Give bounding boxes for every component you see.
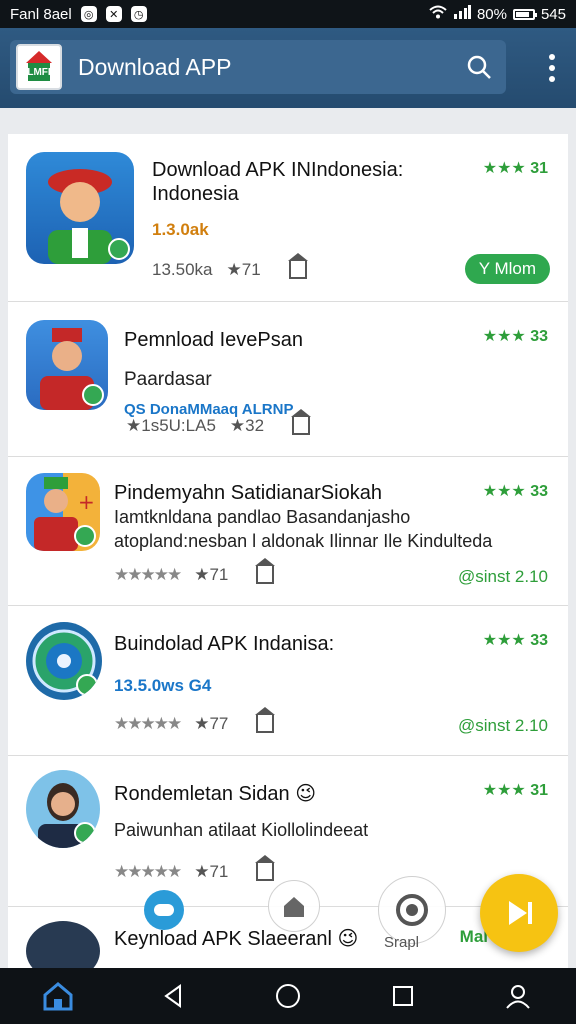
app-list: Download APK INIndonesia: Indonesia ★★★ … [8,134,568,970]
app-rating: ★★★ 31 [482,160,548,177]
app-thumbnail [26,921,100,970]
app-name: Download APK INIndonesia: Indonesia [152,159,404,205]
app-description: Iamtknldana pandlao Basandanjasho atopla… [114,507,493,551]
app-stats: ★★★★★ ★71 [114,855,276,882]
home-icon [291,409,312,435]
app-stats: 13.50ka ★71 [152,253,308,280]
list-item[interactable]: + Pindemyahn SatidianarSiokah ★★★ 33 Iam… [8,457,568,606]
clock-notification-icon: ◷ [130,6,147,22]
app-name: Buindolad APK Indanisa: [114,633,335,655]
install-button[interactable]: Y Mlom [464,254,550,284]
home-fab-button[interactable] [268,880,320,932]
app-description: Paiwunhan atilaat Kiollolindeeat [114,820,369,840]
home-nav-icon[interactable] [36,974,80,1018]
fab-label: Srapl [384,934,420,951]
app-notification-icon: ✕ [105,6,122,22]
search-icon[interactable] [464,52,494,82]
verified-badge-icon [74,822,96,844]
list-item[interactable]: Buindolad APK Indanisa: ★★★ 33 13.5.0ws … [8,606,568,756]
app-name: Pindemyahn SatidianarSiokah [114,482,382,504]
play-fab-button[interactable] [480,874,558,952]
app-side-text: @sinst 2.10 [457,716,548,735]
star-count: ★71 [194,862,229,881]
app-stats: ★1s5U:LA5 ★32 [126,409,312,436]
carrier-text: Fanl 8ael [10,5,72,23]
app-side-text: @sinst 2.10 [457,567,548,586]
search-bar[interactable]: LMFI Download APP [10,40,506,94]
app-thumbnail [26,770,100,848]
clock-time: 545 [540,5,566,23]
recents-icon[interactable] [381,974,425,1018]
app-name: Pemnload IevePsan [124,329,304,351]
battery-percent: 80% [476,5,507,23]
download-count: ★1s5U:LA5 [126,416,216,435]
app-rating: ★★★ 31 [482,782,548,799]
status-bar: Fanl 8ael ◎ ✕ ◷ 80% 545 [0,0,576,28]
app-rating: ★★★ 33 [482,328,548,345]
rating-stars: ★★★★★ [114,714,182,733]
app-rating: ★★★ 33 [482,483,548,500]
chat-fab-button[interactable] [144,890,184,930]
app-thumbnail: + [26,473,100,551]
verified-badge-icon [108,238,130,260]
download-count: 13.50ka [152,260,213,279]
verified-badge-icon [82,384,104,406]
app-price: 13.5.0ws G4 [114,676,212,695]
back-icon[interactable] [151,974,195,1018]
logo-roof-shape [26,51,52,63]
svg-text:+: + [78,490,95,514]
star-count: ★77 [194,714,229,733]
battery-icon [512,8,537,20]
verified-badge-icon [76,674,98,696]
home-icon [255,558,276,584]
star-count: ★71 [226,260,261,279]
rating-stars: ★★★★★ [114,565,182,584]
bottom-nav-bar [0,968,576,1024]
notification-icon: ◎ [80,6,97,22]
home-icon [287,253,308,279]
app-bar: LMFI Download APP [0,28,576,108]
app-thumbnail [26,320,108,410]
app-stats: ★★★★★ ★77 [114,707,276,734]
app-name: Keynload APK Slaeeranl 😉 [114,928,359,950]
home-icon [255,855,276,881]
battery-level-fill [515,11,529,17]
app-thumbnail [26,152,134,264]
rating-stars: ★★★★★ [114,862,182,881]
list-item[interactable]: Pemnload IevePsan ★★★ 33 Paardasar QS Do… [8,302,568,457]
wifi-icon [429,5,447,23]
verified-badge-icon [74,525,96,547]
app-title: Download APP [78,53,232,80]
overflow-menu-icon[interactable] [542,50,562,86]
circle-home-icon[interactable] [266,974,310,1018]
app-rating: ★★★ 33 [482,632,548,649]
app-description: Paardasar [124,369,212,390]
app-logo: LMFI [16,44,62,90]
star-count: ★32 [229,416,265,435]
signal-icon [453,5,471,23]
app-stats: ★★★★★ ★71 [114,558,276,585]
profile-icon[interactable] [496,974,540,1018]
logo-text: LMFI [27,63,51,81]
home-icon [255,707,276,733]
app-name: Rondemletan Sidan 😉 [114,783,317,805]
app-thumbnail [26,622,102,700]
app-price: 1.3.0ak [152,220,209,239]
list-item[interactable]: Download APK INIndonesia: Indonesia ★★★ … [8,134,568,302]
star-count: ★71 [194,565,229,584]
